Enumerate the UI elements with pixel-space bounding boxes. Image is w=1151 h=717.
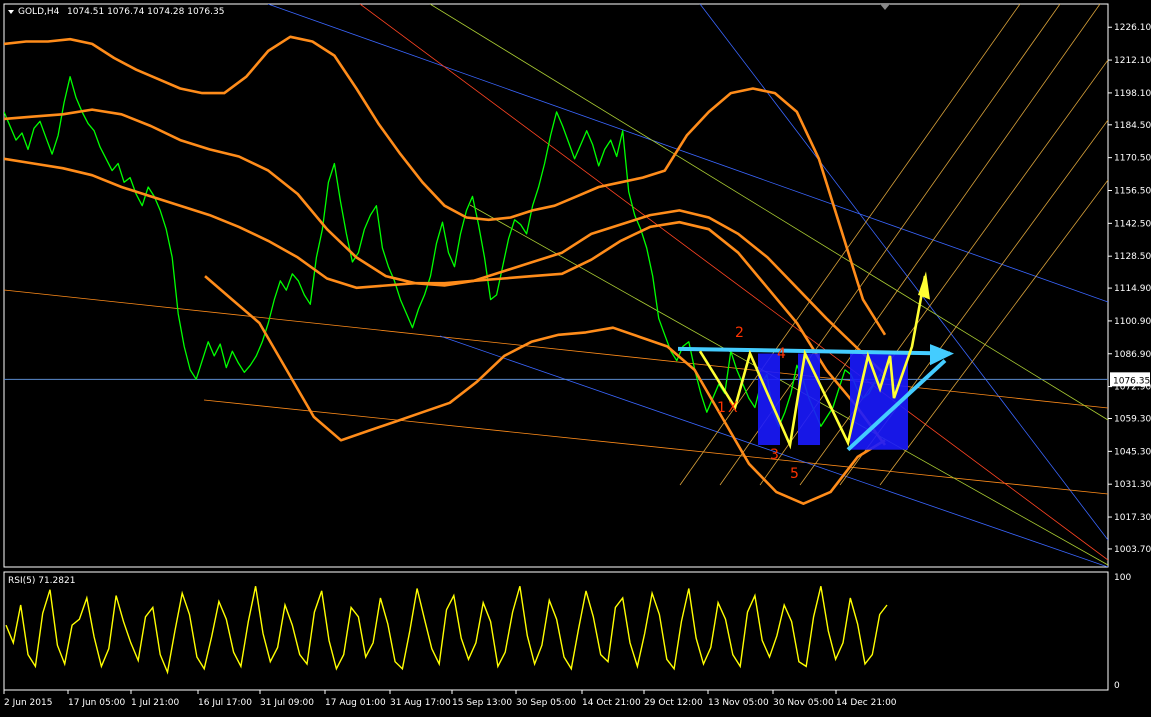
y-tick-label-13: 1045.30 [1114,447,1151,457]
wave-label-4: 4 [777,346,786,362]
current-price-tag: 1076.35 [1110,372,1150,387]
y-axis: 1226.10 1212.10 1198.10 1184.50 1170.50 1156.… [1108,23,1151,555]
projection-arrowhead [918,271,930,300]
x-tick-label-5: 17 Aug 01:00 [325,698,386,708]
y-tick-label-5: 1156.50 [1114,186,1151,196]
wave-label-X: X [728,400,738,416]
x-tick-label-11: 13 Nov 05:00 [708,698,769,708]
x-tick-label-9: 14 Oct 21:00 [582,698,641,708]
channel-line-1 [699,4,1108,541]
x-tick-label-2: 1 Jul 21:00 [131,698,180,708]
wave-label-2: 2 [735,325,744,341]
band-upper-outer [4,35,887,336]
rsi-plot-frame [3,571,1109,691]
dropdown-arrow-icon [8,10,14,14]
x-tick-label-0: 2 Jun 2015 [4,698,52,708]
wave-label-5: 5 [790,466,799,482]
x-tick-label-1: 17 Jun 05:00 [68,698,125,708]
y-tick-label-3: 1184.50 [1114,121,1151,131]
y-tick-label-0: 1226.10 [1114,23,1151,33]
y-tick-label-12: 1059.30 [1114,415,1151,425]
channel-line-0 [267,4,1108,303]
y-tick-label-7: 1128.50 [1114,252,1151,262]
chart-root: 1 2 3 4 5 X 1226.10 1212.10 1198.10 1184.50 1170.5… [0,0,1151,713]
shift-marker-icon [880,4,890,10]
y-tick-label-16: 1003.70 [1114,545,1151,555]
y-tick-label-14: 1031.30 [1114,480,1151,490]
current-price-label: 1076.35 [1113,376,1150,386]
price-series [4,76,888,427]
band-middle [4,108,886,376]
x-tick-label-10: 29 Oct 12:00 [644,698,703,708]
rsi-tick-label-0: 100 [1114,573,1131,583]
band-lower [204,275,886,506]
chart-svg: 1 2 3 4 5 X 1226.10 1212.10 1198.10 1184.50 1170.5… [3,3,1151,708]
chart-header: GOLD,H4 1074.51 1076.74 1074.28 1076.35 [8,4,890,17]
x-tick-label-7: 15 Sep 13:00 [452,698,512,708]
rsi-tick-label-1: 0 [1114,681,1120,691]
channel-line-3 [203,399,1108,495]
channel-line-6 [469,204,1108,566]
x-tick-label-13: 14 Dec 21:00 [836,698,897,708]
x-axis: 2 Jun 2015 17 Jun 05:00 1 Jul 21:00 16 Jul … [3,690,897,708]
main-plot-area: 1 2 3 4 5 X [4,4,1108,567]
rsi-series [5,586,888,675]
y-tick-label-6: 1142.50 [1114,219,1151,229]
wave-label-3: 3 [770,447,779,463]
x-tick-label-4: 31 Jul 09:00 [260,698,314,708]
y-tick-label-9: 1100.90 [1114,317,1151,327]
ohlc-readout: 1074.51 1076.74 1074.28 1076.35 [67,7,224,17]
y-tick-label-8: 1114.90 [1114,284,1151,294]
y-tick-label-1: 1212.10 [1114,56,1151,66]
channel-line-11 [799,59,1108,486]
y-tick-label-2: 1198.10 [1114,89,1151,99]
y-tick-label-15: 1017.30 [1114,513,1151,523]
wave-label-1: 1 [717,400,726,416]
x-tick-label-3: 16 Jul 17:00 [198,698,252,708]
rsi-label: RSI(5) 71.2821 [8,576,75,586]
y-tick-label-10: 1086.90 [1114,350,1151,360]
main-plot-frame [3,3,1109,568]
rsi-area: 100 0 RSI(5) 71.2821 [5,573,1131,691]
symbol-label: GOLD,H4 [18,7,60,17]
x-tick-label-12: 30 Nov 05:00 [773,698,834,708]
x-tick-label-6: 31 Aug 17:00 [390,698,451,708]
x-tick-label-8: 30 Sep 05:00 [516,698,576,708]
pattern-zone-1 [798,353,820,446]
y-tick-label-4: 1170.50 [1114,154,1151,164]
